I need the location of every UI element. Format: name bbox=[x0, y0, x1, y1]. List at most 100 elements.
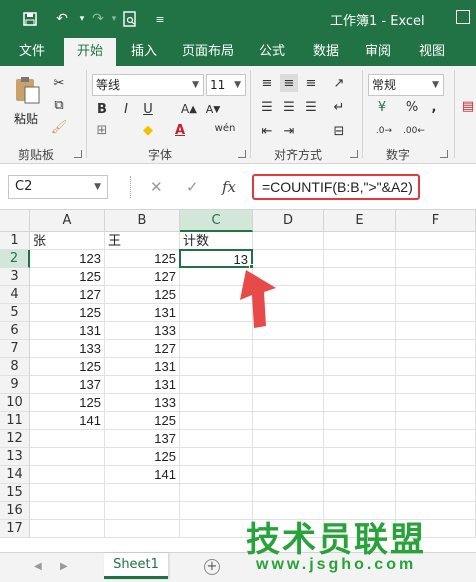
cell-e8[interactable] bbox=[324, 358, 396, 376]
borders-icon[interactable]: ⊞ bbox=[94, 122, 110, 138]
row-header-4[interactable]: 4 bbox=[0, 286, 30, 304]
align-right-icon[interactable]: ☰ bbox=[302, 98, 320, 116]
cell-d10[interactable] bbox=[253, 394, 324, 412]
row-header-12[interactable]: 12 bbox=[0, 430, 30, 448]
font-size-select[interactable]: 11 ▼ bbox=[206, 74, 246, 96]
restore-icon[interactable] bbox=[456, 10, 470, 24]
cell-a11[interactable]: 141 bbox=[30, 412, 105, 430]
cell-e5[interactable] bbox=[324, 304, 396, 322]
cell-f4[interactable] bbox=[396, 286, 476, 304]
cell-f10[interactable] bbox=[396, 394, 476, 412]
orientation-icon[interactable]: ↗ bbox=[330, 74, 348, 92]
alignment-launcher-icon[interactable] bbox=[350, 150, 358, 158]
merge-center-icon[interactable]: ⊟ bbox=[330, 122, 348, 140]
cell-a9[interactable]: 137 bbox=[30, 376, 105, 394]
cell-d1[interactable] bbox=[253, 232, 324, 250]
save-icon[interactable] bbox=[20, 9, 40, 29]
format-painter-icon[interactable]: 🖌 bbox=[50, 118, 68, 136]
tab-formulas[interactable]: 公式 bbox=[250, 38, 294, 66]
cell-c10[interactable] bbox=[180, 394, 253, 412]
cell-b11[interactable]: 125 bbox=[105, 412, 180, 430]
prev-sheet-icon[interactable]: ◀ bbox=[34, 561, 42, 572]
cell-e11[interactable] bbox=[324, 412, 396, 430]
align-middle-icon[interactable]: ≡ bbox=[280, 74, 298, 92]
cell-b8[interactable]: 131 bbox=[105, 358, 180, 376]
cell-b15[interactable] bbox=[105, 484, 180, 502]
cell-b6[interactable]: 133 bbox=[105, 322, 180, 340]
cell-f5[interactable] bbox=[396, 304, 476, 322]
cell-e9[interactable] bbox=[324, 376, 396, 394]
cell-e6[interactable] bbox=[324, 322, 396, 340]
conditional-format-icon[interactable]: ▤ bbox=[460, 76, 476, 136]
cell-d7[interactable] bbox=[253, 340, 324, 358]
fill-color-icon[interactable]: ◆ bbox=[140, 122, 156, 138]
cell-e14[interactable] bbox=[324, 466, 396, 484]
sheet-tab[interactable]: Sheet1 bbox=[104, 553, 168, 579]
column-header-e[interactable]: E bbox=[324, 210, 396, 232]
cell-f3[interactable] bbox=[396, 268, 476, 286]
cell-a12[interactable] bbox=[30, 430, 105, 448]
increase-font-icon[interactable]: A ▲ bbox=[180, 100, 198, 118]
number-format-select[interactable]: 常规 ▼ bbox=[368, 74, 444, 96]
cell-e13[interactable] bbox=[324, 448, 396, 466]
cell-b17[interactable] bbox=[105, 520, 180, 538]
cell-c1[interactable]: 计数 bbox=[180, 232, 253, 250]
cell-c15[interactable] bbox=[180, 484, 253, 502]
cell-d11[interactable] bbox=[253, 412, 324, 430]
select-all-corner[interactable] bbox=[0, 210, 30, 232]
cell-d12[interactable] bbox=[253, 430, 324, 448]
worksheet-grid[interactable]: A B C D E F 1 张王计数 2 123 125 13 3 125 127 4 127 125 5 125 13… bbox=[0, 210, 476, 552]
tab-home[interactable]: 开始 bbox=[64, 38, 116, 66]
font-name-select[interactable]: 等线 ▼ bbox=[92, 74, 204, 96]
cell-a14[interactable] bbox=[30, 466, 105, 484]
increase-decimal-icon[interactable]: .0→ bbox=[372, 122, 396, 140]
add-sheet-button[interactable]: + bbox=[204, 559, 220, 575]
cell-f11[interactable] bbox=[396, 412, 476, 430]
undo-icon[interactable]: ↶ bbox=[52, 9, 72, 29]
cell-f8[interactable] bbox=[396, 358, 476, 376]
phonetic-button[interactable]: wén bbox=[212, 120, 238, 136]
decrease-font-icon[interactable]: A ▼ bbox=[204, 100, 222, 118]
print-preview-icon[interactable] bbox=[120, 9, 140, 29]
percent-button[interactable]: % bbox=[402, 98, 422, 116]
row-header-16[interactable]: 16 bbox=[0, 502, 30, 520]
next-sheet-icon[interactable]: ▶ bbox=[60, 561, 68, 572]
cell-f2[interactable] bbox=[396, 250, 476, 268]
wrap-text-icon[interactable]: ↵ bbox=[330, 98, 348, 116]
column-header-c[interactable]: C bbox=[180, 210, 253, 232]
decrease-decimal-icon[interactable]: .00← bbox=[402, 122, 426, 140]
cell-d8[interactable] bbox=[253, 358, 324, 376]
column-header-d[interactable]: D bbox=[253, 210, 324, 232]
cell-f12[interactable] bbox=[396, 430, 476, 448]
tab-data[interactable]: 数据 bbox=[304, 38, 348, 66]
cell-a17[interactable] bbox=[30, 520, 105, 538]
cell-e2[interactable] bbox=[324, 250, 396, 268]
bold-button[interactable]: B bbox=[94, 100, 110, 118]
cell-a15[interactable] bbox=[30, 484, 105, 502]
cell-b4[interactable]: 125 bbox=[105, 286, 180, 304]
cell-f1[interactable] bbox=[396, 232, 476, 250]
cut-icon[interactable]: ✂ bbox=[50, 74, 68, 92]
cell-b1[interactable]: 王 bbox=[105, 232, 180, 250]
cell-a13[interactable] bbox=[30, 448, 105, 466]
cell-d13[interactable] bbox=[253, 448, 324, 466]
row-header-9[interactable]: 9 bbox=[0, 376, 30, 394]
cell-a6[interactable]: 131 bbox=[30, 322, 105, 340]
cell-a8[interactable]: 125 bbox=[30, 358, 105, 376]
cell-c16[interactable] bbox=[180, 502, 253, 520]
customize-icon[interactable]: ≡ bbox=[150, 9, 170, 29]
cell-f13[interactable] bbox=[396, 448, 476, 466]
row-header-3[interactable]: 3 bbox=[0, 268, 30, 286]
cell-f6[interactable] bbox=[396, 322, 476, 340]
row-header-1[interactable]: 1 bbox=[0, 232, 30, 250]
row-header-10[interactable]: 10 bbox=[0, 394, 30, 412]
copy-icon[interactable]: ⧉ bbox=[50, 96, 68, 114]
cell-c11[interactable] bbox=[180, 412, 253, 430]
cell-b5[interactable]: 131 bbox=[105, 304, 180, 322]
font-launcher-icon[interactable] bbox=[238, 150, 246, 158]
insert-function-button[interactable]: fx bbox=[222, 178, 236, 196]
align-top-icon[interactable]: ≡ bbox=[258, 74, 276, 92]
cell-d2[interactable] bbox=[253, 250, 324, 268]
underline-button[interactable]: U bbox=[140, 100, 156, 118]
cell-c12[interactable] bbox=[180, 430, 253, 448]
